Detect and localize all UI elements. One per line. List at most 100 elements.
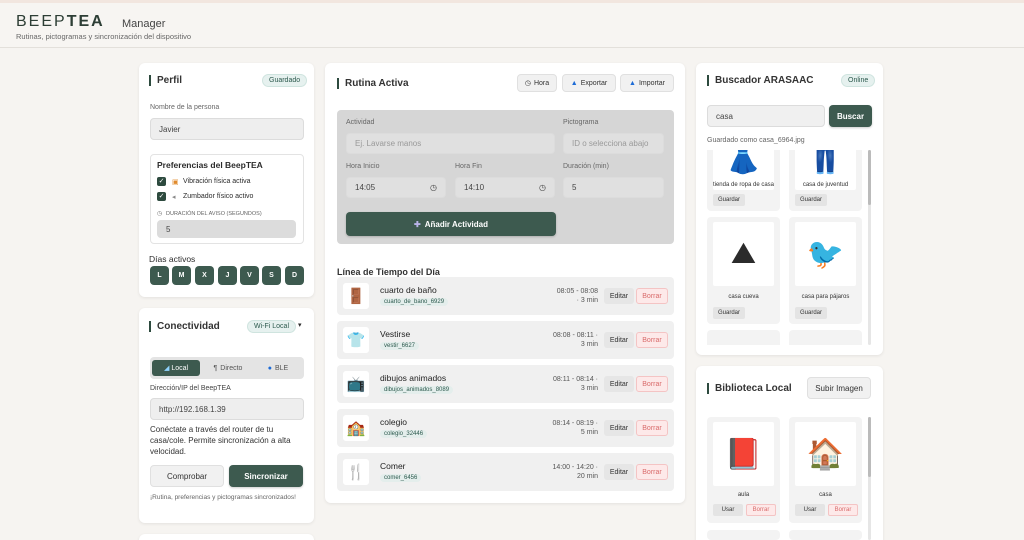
end-time-input[interactable]: 14:10 ◷ <box>455 177 555 198</box>
delete-button[interactable]: Borrar <box>636 420 668 436</box>
pin-icon: ¶ <box>213 364 218 372</box>
tagline: Rutinas, pictogramas y sincronización de… <box>16 32 192 41</box>
timeline-item-tag: vestir_6627 <box>380 342 420 350</box>
ip-input[interactable]: http://192.168.1.39 <box>150 398 304 420</box>
saved-note: Guardado como casa_6964.jpg <box>707 137 805 144</box>
buzzer-checkbox[interactable]: ✓ <box>157 192 166 201</box>
use-button[interactable]: Usar <box>795 504 825 516</box>
result-name: casa de juventud <box>802 182 849 188</box>
timeline-row: 🍴 Comer comer_6456 14:00 - 14:20 · 20 min… <box>337 453 674 491</box>
add-activity-button[interactable]: ✚ Añadir Actividad <box>346 212 556 236</box>
result-card: ⛰ casa cueva Guardar <box>707 217 780 324</box>
vibration-checkbox[interactable]: ✓ <box>157 177 166 186</box>
timeline-item-time: 14:00 - 14:20 · 20 min <box>552 464 598 480</box>
timeline-item-time: 08:08 - 08:11 · 3 min <box>552 332 598 348</box>
day-toggle-j[interactable]: J <box>218 266 237 285</box>
vibration-label: Vibración física activa <box>183 178 251 185</box>
day-toggle-v[interactable]: V <box>240 266 259 285</box>
delete-button[interactable]: Borrar <box>746 504 776 516</box>
result-name: casa cueva <box>728 294 759 300</box>
use-button[interactable]: Usar <box>713 504 743 516</box>
save-button[interactable]: Guardar <box>713 307 746 319</box>
next-card-stub <box>139 534 314 540</box>
delete-button[interactable]: Borrar <box>636 332 668 348</box>
clock-icon[interactable]: ◷ <box>430 183 437 192</box>
edit-button[interactable]: Editar <box>604 420 634 436</box>
mode-local-button[interactable]: ◢ Local <box>152 360 200 376</box>
day-toggle-s[interactable]: S <box>262 266 281 285</box>
timeline-row: 👕 Vestirse vestir_6627 08:08 - 08:11 · 3 … <box>337 321 674 359</box>
start-time-input[interactable]: 14:05 ◷ <box>346 177 446 198</box>
connection-mode-badge[interactable]: Wi-Fi Local <box>247 320 297 333</box>
timeline-row: 🚪 cuarto de baño cuarto_de_bano_6929 08:… <box>337 277 674 315</box>
activity-input[interactable]: Ej. Lavarse manos <box>346 133 555 154</box>
save-button[interactable]: Guardar <box>795 194 828 206</box>
timeline-item-title: Vestirse <box>380 329 411 339</box>
edit-button[interactable]: Editar <box>604 464 634 480</box>
save-button[interactable]: Guardar <box>713 194 746 206</box>
eating-icon: 🍴 <box>343 459 369 485</box>
hora-button[interactable]: ◷ Hora <box>517 74 557 92</box>
duration-label: DURACIÓN DEL AVISO (SEGUNDOS) <box>166 211 262 217</box>
export-icon: ▲ <box>570 79 578 87</box>
connection-mode-selector: ◢ Local ¶ Directo ● BLE <box>150 357 304 379</box>
result-card: 👗 tienda de ropa de casa Guardar <box>707 150 780 211</box>
tv-icon: 📺 <box>343 371 369 397</box>
name-label: Nombre de la persona <box>150 104 220 111</box>
library-card <box>707 530 780 540</box>
plus-icon: ✚ <box>414 219 421 229</box>
clock-icon[interactable]: ◷ <box>539 183 546 192</box>
timeline-item-tag: comer_6456 <box>380 474 422 482</box>
delete-button[interactable]: Borrar <box>636 376 668 392</box>
day-toggle-l[interactable]: L <box>150 266 169 285</box>
duration-min-input[interactable]: 5 <box>563 177 664 198</box>
search-results-area: 👗 tienda de ropa de casa Guardar 👖 casa … <box>707 150 875 345</box>
top-bar: BEEPTEA Manager Rutinas, pictogramas y s… <box>0 0 1024 48</box>
day-toggle-m[interactable]: M <box>172 266 191 285</box>
bluetooth-icon: ● <box>267 364 272 372</box>
timeline-item-time: 08:11 - 08:14 · 3 min <box>552 376 598 392</box>
delete-button[interactable]: Borrar <box>828 504 858 516</box>
search-button[interactable]: Buscar <box>829 105 872 127</box>
edit-button[interactable]: Editar <box>604 288 634 304</box>
start-time-label: Hora Inicio <box>346 163 380 170</box>
sync-button[interactable]: Sincronizar <box>229 465 303 487</box>
day-toggle-d[interactable]: D <box>285 266 304 285</box>
results-scrollbar-thumb[interactable] <box>868 150 871 205</box>
import-button[interactable]: ▲ Importar <box>620 74 674 92</box>
result-name: casa para pájaros <box>801 294 850 300</box>
alert-duration-input[interactable]: 5 <box>157 220 296 238</box>
library-card: 📕 aula Usar Borrar <box>707 417 780 523</box>
edit-button[interactable]: Editar <box>604 332 634 348</box>
connection-help-text: Conéctate a través del router de tu casa… <box>150 425 291 456</box>
delete-button[interactable]: Borrar <box>636 288 668 304</box>
day-toggle-x[interactable]: X <box>195 266 214 285</box>
check-connection-button[interactable]: Comprobar <box>150 465 224 487</box>
timeline-item-title: Comer <box>380 461 406 471</box>
biblioteca-title: Biblioteca Local <box>707 383 792 394</box>
edit-button[interactable]: Editar <box>604 376 634 392</box>
rutina-title: Rutina Activa <box>337 78 409 89</box>
upload-image-button[interactable]: Subir Imagen <box>807 377 871 399</box>
library-card: 🏠 casa Usar Borrar <box>789 417 862 523</box>
save-button[interactable]: Guardar <box>795 307 828 319</box>
preferences-title: Preferencias del BeepTEA <box>157 160 263 170</box>
export-button[interactable]: ▲ Exportar <box>562 74 616 92</box>
conectividad-title: Conectividad <box>149 321 220 332</box>
notebook-icon: 📕 <box>713 422 774 486</box>
result-card <box>789 330 862 345</box>
pictogram-input[interactable]: ID o selecciona abajo <box>563 133 664 154</box>
brand-logo: BEEPTEA <box>16 13 105 30</box>
clock-icon: ◷ <box>524 80 531 87</box>
delete-button[interactable]: Borrar <box>636 464 668 480</box>
top-stripe <box>0 0 1024 3</box>
vibration-icon: ▣ <box>172 179 179 186</box>
name-input[interactable]: Javier <box>150 118 304 140</box>
mode-directo-button[interactable]: ¶ Directo <box>204 360 252 376</box>
chevron-down-icon[interactable]: ▾ <box>298 321 302 329</box>
mode-ble-button[interactable]: ● BLE <box>254 360 302 376</box>
pictogram-search-input[interactable]: casa <box>707 105 825 127</box>
house-icon: 🏠 <box>795 422 856 486</box>
duration-min-label: Duración (min) <box>563 163 609 170</box>
library-scrollbar-thumb[interactable] <box>868 417 871 477</box>
